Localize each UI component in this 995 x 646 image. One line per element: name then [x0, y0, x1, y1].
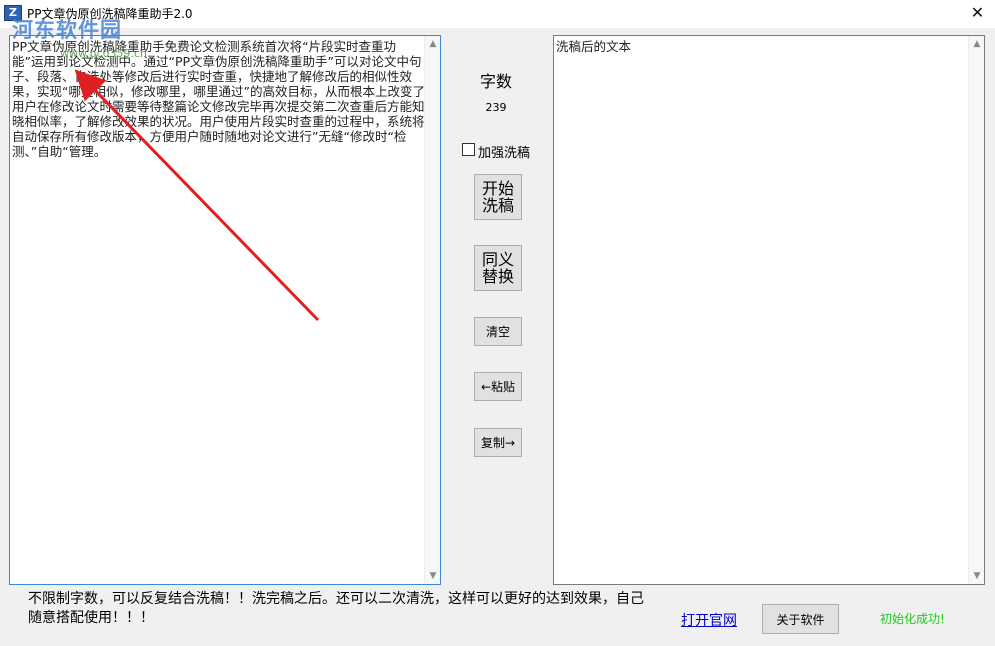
- title-bar: Z PP文章伪原创洗稿降重助手2.0 ✕: [0, 0, 995, 28]
- paste-button[interactable]: ←粘贴: [474, 372, 522, 401]
- scroll-down-arrow-icon[interactable]: ▼: [969, 568, 984, 584]
- char-count-label: 字数: [479, 72, 512, 91]
- start-rewrite-button[interactable]: 开始 洗稿: [474, 174, 522, 220]
- close-button[interactable]: ✕: [960, 0, 995, 28]
- window-title: PP文章伪原创洗稿降重助手2.0: [27, 7, 193, 21]
- usage-note: 不限制字数，可以反复结合洗稿！！洗完稿之后。还可以二次清洗，这样可以更好的达到效…: [28, 591, 644, 626]
- scroll-up-arrow-icon[interactable]: ▲: [969, 36, 984, 52]
- char-count-value: 239: [485, 101, 507, 114]
- enhance-checkbox-label[interactable]: 加强洗稿: [478, 142, 530, 161]
- output-text-area[interactable]: 洗稿后的文本 ▲ ▼: [553, 35, 985, 585]
- input-scrollbar[interactable]: ▲ ▼: [424, 36, 440, 584]
- output-scrollbar[interactable]: ▲ ▼: [968, 36, 984, 584]
- about-button[interactable]: 关于软件: [762, 604, 839, 634]
- status-text: 初始化成功!: [880, 612, 945, 626]
- input-text-content: PP文章伪原创洗稿降重助手免费论文检测系统首次将“片段实时查重功能”运用到论文检…: [12, 39, 425, 159]
- input-text-area[interactable]: PP文章伪原创洗稿降重助手免费论文检测系统首次将“片段实时查重功能”运用到论文检…: [9, 35, 441, 585]
- synonym-replace-button[interactable]: 同义 替换: [474, 245, 522, 291]
- scroll-up-arrow-icon[interactable]: ▲: [425, 36, 440, 52]
- clear-button[interactable]: 清空: [474, 317, 522, 346]
- main-panel: PP文章伪原创洗稿降重助手免费论文检测系统首次将“片段实时查重功能”运用到论文检…: [0, 28, 995, 646]
- enhance-checkbox[interactable]: [462, 143, 475, 156]
- app-logo-icon: Z: [4, 5, 22, 21]
- copy-button[interactable]: 复制→: [474, 428, 522, 457]
- output-text-content: 洗稿后的文本: [556, 39, 632, 54]
- scroll-down-arrow-icon[interactable]: ▼: [425, 568, 440, 584]
- official-site-link[interactable]: 打开官网: [681, 610, 737, 630]
